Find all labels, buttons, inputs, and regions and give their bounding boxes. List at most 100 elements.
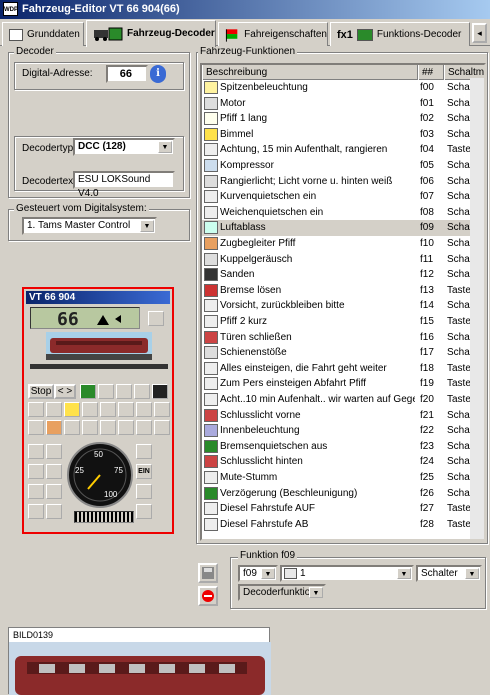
- function-button-f01[interactable]: [46, 402, 62, 417]
- digital-system-select[interactable]: 1. Tams Master Control ▼: [22, 217, 157, 235]
- chevron-down-icon[interactable]: ▼: [309, 587, 323, 598]
- function-button-f27[interactable]: [136, 484, 152, 499]
- list-scrollbar[interactable]: [470, 78, 484, 539]
- function-button-f05[interactable]: [100, 402, 116, 417]
- table-row[interactable]: Bremsenquietschen aus f23 Schalter: [202, 439, 484, 455]
- table-row[interactable]: Acht..10 min Aufenhalt.. wir warten auf …: [202, 392, 484, 408]
- f-grid-button[interactable]: [80, 384, 96, 399]
- table-row[interactable]: Schlusslicht vorne f21 Schalter: [202, 408, 484, 424]
- function-description: Kompressor: [220, 160, 274, 171]
- tab-scroll-button[interactable]: ◂: [472, 23, 487, 43]
- function-icon: [204, 205, 218, 219]
- function-button-f00[interactable]: [28, 402, 44, 417]
- function-button-f18[interactable]: [46, 444, 62, 459]
- function-icon: [204, 439, 218, 453]
- table-row[interactable]: Kuppelgeräusch f11 Schalter: [202, 252, 484, 268]
- function-button-f20[interactable]: [46, 464, 62, 479]
- tab-fahrzeug-decoder[interactable]: Fahrzeug-Decoder: [86, 20, 216, 47]
- function-button-f07[interactable]: [136, 402, 152, 417]
- delete-icon[interactable]: [198, 586, 218, 606]
- function-button-f13[interactable]: [100, 420, 116, 435]
- table-row[interactable]: Bimmel f03 Schalter: [202, 127, 484, 143]
- table-row[interactable]: Schlusslicht hinten f24 Schalter: [202, 454, 484, 470]
- save-icon[interactable]: [198, 563, 218, 583]
- function-button-f23[interactable]: [28, 504, 44, 519]
- table-row[interactable]: Rangierlicht; Licht vorne u. hinten weiß…: [202, 174, 484, 190]
- table-row[interactable]: Kompressor f05 Schalter: [202, 158, 484, 174]
- table-row[interactable]: Innenbeleuchtung f22 Schalter: [202, 423, 484, 439]
- play-button[interactable]: [134, 384, 150, 399]
- function-button-f17[interactable]: [28, 444, 44, 459]
- table-row[interactable]: Motor f01 Schalter: [202, 96, 484, 112]
- table-row[interactable]: Schienenstöße f17 Schalter: [202, 345, 484, 361]
- funktion-number-select[interactable]: f09 ▼: [238, 565, 278, 582]
- funktion-mode-select[interactable]: Schalter ▼: [416, 565, 482, 582]
- table-row[interactable]: Sanden f12 Schalter: [202, 267, 484, 283]
- f-panel-button-1[interactable]: [98, 384, 114, 399]
- function-button-f25[interactable]: [136, 444, 152, 459]
- table-row[interactable]: Vorsicht, zurückbleiben bitte f14 Schalter: [202, 298, 484, 314]
- function-description: Pfiff 1 lang: [220, 113, 268, 125]
- table-row[interactable]: Luftablass f09 Schalter: [202, 220, 484, 236]
- table-row[interactable]: Pfiff 2 kurz f15 Taster: [202, 314, 484, 330]
- function-button-f03[interactable]: [64, 402, 80, 417]
- speed-dial[interactable]: 50 25 75 100: [66, 441, 134, 509]
- direction-button[interactable]: < >: [54, 384, 76, 399]
- function-button-f09[interactable]: [28, 420, 44, 435]
- speed-slider[interactable]: [74, 511, 134, 523]
- table-row[interactable]: Zum Pers einsteigen Abfahrt Pfiff f19 Tast…: [202, 376, 484, 392]
- function-button-f15[interactable]: [136, 420, 152, 435]
- chevron-down-icon[interactable]: ▼: [465, 568, 479, 579]
- decoder-text-field[interactable]: ESU LOKSound V4.0: [73, 171, 175, 199]
- table-row[interactable]: Türen schließen f16 Schalter: [202, 330, 484, 346]
- table-row[interactable]: Alles einsteigen, die Fahrt geht weiter f…: [202, 361, 484, 377]
- throttle-menu-button[interactable]: [148, 311, 164, 326]
- chevron-down-icon[interactable]: ▼: [397, 568, 411, 579]
- function-button-f21[interactable]: [28, 484, 44, 499]
- column-header-beschreibung[interactable]: Beschreibung: [202, 65, 418, 80]
- function-button-f24[interactable]: [46, 504, 62, 519]
- table-row[interactable]: Weichenquietschen ein f08 Schalter: [202, 205, 484, 221]
- function-button-f11[interactable]: [64, 420, 80, 435]
- decoder-type-select[interactable]: DCC (128) ▼: [73, 138, 175, 156]
- column-header-number[interactable]: ##: [418, 65, 444, 80]
- function-button-f10[interactable]: [46, 420, 62, 435]
- table-row[interactable]: Verzögerung (Beschleunigung) f26 Schalter: [202, 486, 484, 502]
- stop-button[interactable]: Stop: [28, 384, 54, 399]
- function-button-f22[interactable]: [46, 484, 62, 499]
- function-button-f16[interactable]: [154, 420, 170, 435]
- funktion-icon-select[interactable]: 1 ▼: [280, 565, 414, 582]
- info-icon[interactable]: i: [150, 65, 166, 83]
- funktion-type-select[interactable]: Decoderfunktion ▼: [238, 584, 326, 601]
- function-button-f19[interactable]: [28, 464, 44, 479]
- table-row[interactable]: Zugbegleiter Pfiff f10 Schalter: [202, 236, 484, 252]
- ein-button[interactable]: EIN: [136, 464, 152, 479]
- function-button-f14[interactable]: [118, 420, 134, 435]
- table-row[interactable]: Diesel Fahrstufe AB f28 Taster: [202, 517, 484, 533]
- f-panel-button-2[interactable]: [116, 384, 132, 399]
- table-row[interactable]: Diesel Fahrstufe AUF f27 Taster: [202, 501, 484, 517]
- function-button-f08[interactable]: [154, 402, 170, 417]
- functions-list[interactable]: Beschreibung ## Schaltmod Spitzenbeleuch…: [200, 63, 486, 541]
- table-row[interactable]: Achtung, 15 min Aufenthalt, rangieren f04…: [202, 142, 484, 158]
- function-description: Sanden: [220, 269, 255, 281]
- function-button-f28[interactable]: [136, 504, 152, 519]
- function-number: f18: [420, 362, 434, 374]
- tab-funktions-decoder[interactable]: fx1 Funktions-Decoder: [330, 22, 470, 46]
- tab-grunddaten[interactable]: Grunddaten: [2, 22, 84, 46]
- decoder-text-label: Decodertext:: [22, 176, 79, 187]
- chevron-down-icon[interactable]: ▼: [261, 568, 275, 579]
- table-row[interactable]: Mute-Stumm f25 Schalter: [202, 470, 484, 486]
- table-row[interactable]: Bremse lösen f13 Taster: [202, 283, 484, 299]
- function-button-f04[interactable]: [82, 402, 98, 417]
- table-row[interactable]: Spitzenbeleuchtung f00 Schalter: [202, 80, 484, 96]
- chevron-down-icon[interactable]: ▼: [140, 220, 154, 232]
- table-row[interactable]: Kurvenquietschen ein f07 Schalter: [202, 189, 484, 205]
- chevron-down-icon[interactable]: ▼: [158, 141, 172, 153]
- table-row[interactable]: Pfiff 1 lang f02 Schalter: [202, 111, 484, 127]
- function-button-f06[interactable]: [118, 402, 134, 417]
- function-number: f09: [420, 222, 434, 234]
- tab-fahreigenschaften[interactable]: Fahreigenschaften: [218, 22, 328, 46]
- function-button-f12[interactable]: [82, 420, 98, 435]
- address-field[interactable]: 66: [106, 65, 148, 83]
